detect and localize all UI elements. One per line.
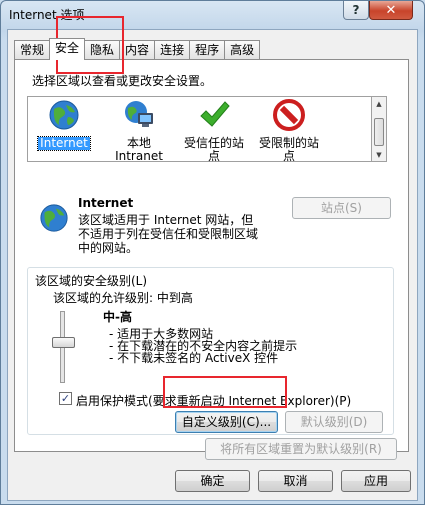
tab-content[interactable]: 内容 xyxy=(119,40,156,60)
globe-icon xyxy=(49,100,79,130)
cancel-button[interactable]: 取消 xyxy=(258,470,333,492)
dialog-body: 常规 安全 隐私 内容 连接 程序 高级 选择区域以查看或更改安全设置。 Int… xyxy=(7,29,418,501)
tab-connections[interactable]: 连接 xyxy=(154,40,191,60)
zone-internet[interactable]: Internet xyxy=(24,99,104,151)
level-bullet: - 不下载未签名的 ActiveX 控件 xyxy=(109,351,279,365)
protected-mode-checkbox[interactable]: ✓ xyxy=(59,392,72,405)
zone-label: 受信任的站 点 xyxy=(183,136,244,163)
security-level-title: 该区域的安全级别(L) xyxy=(35,274,148,288)
ok-button[interactable]: 确定 xyxy=(175,470,250,492)
tab-advanced[interactable]: 高级 xyxy=(224,40,261,60)
help-icon: ? xyxy=(352,3,360,17)
zone-intranet[interactable]: 本地 Intranet xyxy=(99,99,179,163)
zone-label: 本地 Intranet xyxy=(115,136,163,163)
zone-restricted-sites[interactable]: 受限制的站 点 xyxy=(249,99,329,163)
sites-button[interactable]: 站点(S) xyxy=(292,197,391,219)
close-icon: ✕ xyxy=(385,2,397,18)
tab-programs[interactable]: 程序 xyxy=(189,40,226,60)
globe-icon xyxy=(40,204,68,232)
tab-strip: 常规 安全 隐私 内容 连接 程序 高级 xyxy=(14,38,261,60)
scroll-up-icon[interactable]: ▲ xyxy=(372,97,386,112)
tab-security[interactable]: 安全 xyxy=(49,38,86,60)
default-level-button[interactable]: 默认级别(D) xyxy=(285,411,383,433)
close-button[interactable]: ✕ xyxy=(369,1,413,20)
level-name: 中-高 xyxy=(103,310,132,324)
prohibited-icon xyxy=(273,99,305,131)
zone-instruction: 选择区域以查看或更改安全设置。 xyxy=(32,74,213,88)
internet-options-window: Internet 选项 ? ✕ 常规 安全 隐私 内容 连接 程序 高级 选择区… xyxy=(0,0,425,505)
reset-all-zones-button[interactable]: 将所有区域重置为默认级别(R) xyxy=(205,438,397,460)
zone-list: Internet 本地 Intranet 受信任的站 点 受限制的站 点 xyxy=(24,96,372,163)
help-button[interactable]: ? xyxy=(343,1,369,20)
zone-scrollbar[interactable]: ▲ ▼ xyxy=(372,96,387,162)
zone-trusted-sites[interactable]: 受信任的站 点 xyxy=(174,99,254,163)
allowed-levels-text: 该区域的允许级别: 中到高 xyxy=(53,291,193,305)
zone-description: 该区域适用于 Internet 网站，但 不适用于列在受信任和受限制区域 中的网… xyxy=(78,213,259,255)
scroll-down-icon[interactable]: ▼ xyxy=(372,148,386,163)
security-slider-thumb[interactable] xyxy=(52,337,75,348)
intranet-icon xyxy=(125,101,153,127)
tab-general[interactable]: 常规 xyxy=(14,40,51,60)
scroll-thumb[interactable] xyxy=(374,118,384,146)
zone-label: 受限制的站 点 xyxy=(258,136,319,163)
zone-label: Internet xyxy=(37,136,91,151)
highlight-custom-level xyxy=(163,376,287,408)
apply-button[interactable]: 应用 xyxy=(341,470,411,492)
checkmark-icon xyxy=(200,101,230,127)
zone-title: Internet xyxy=(78,196,134,210)
custom-level-button[interactable]: 自定义级别(C)... xyxy=(175,411,278,433)
